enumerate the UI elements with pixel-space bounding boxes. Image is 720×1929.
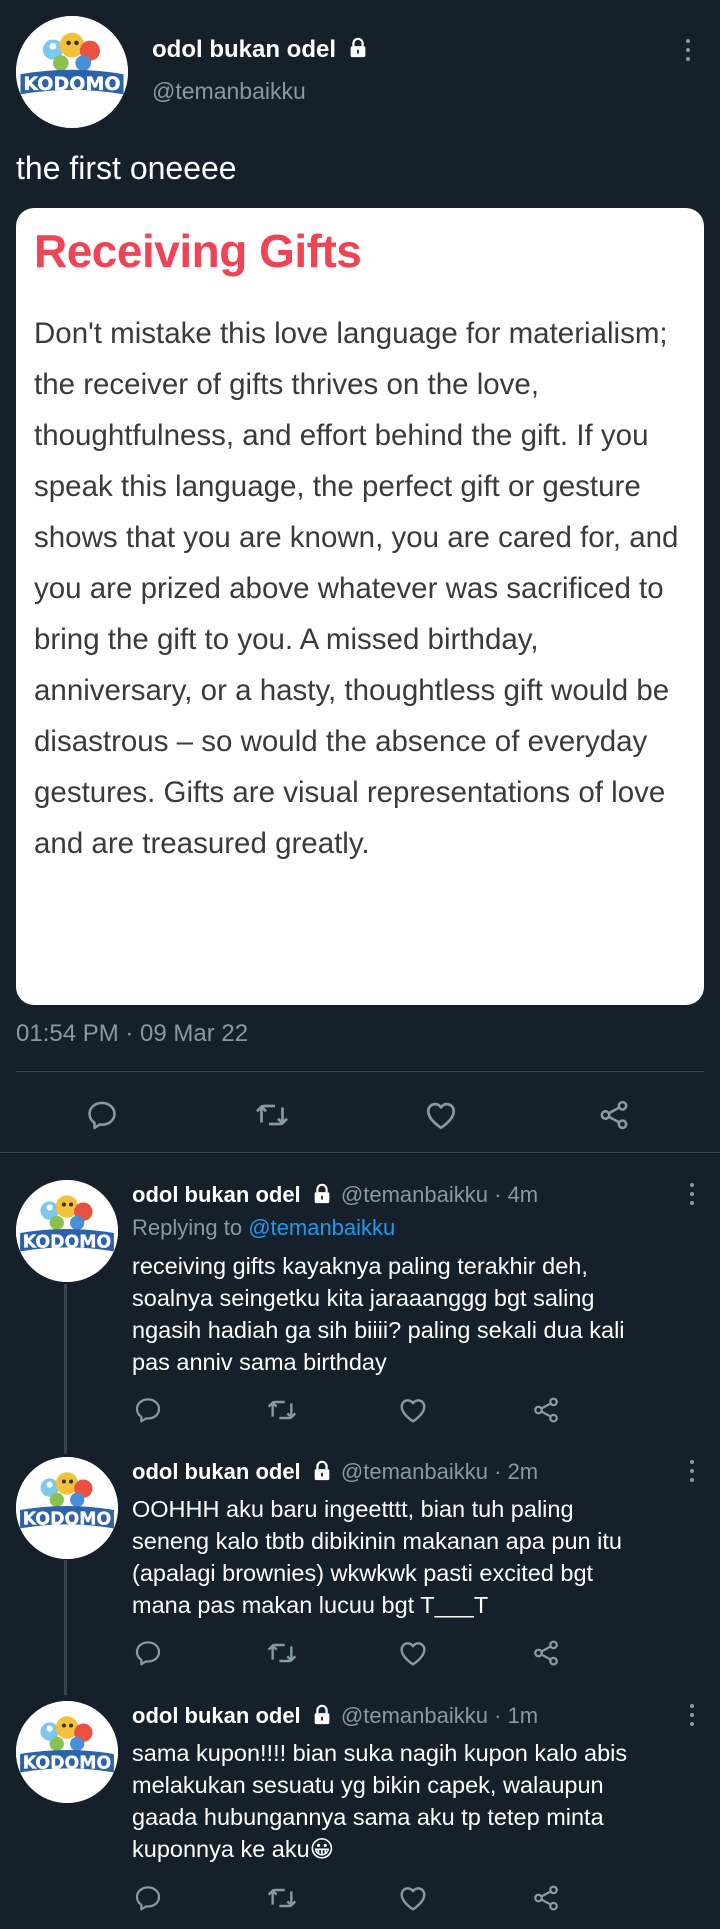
lock-icon xyxy=(311,1704,333,1726)
reply-avatar[interactable] xyxy=(16,1180,118,1282)
author-handle[interactable]: @temanbaikku xyxy=(152,78,306,105)
share-icon[interactable] xyxy=(528,1635,564,1671)
reply-author-handle[interactable]: @temanbaikku xyxy=(341,1182,488,1207)
thread-line xyxy=(64,1284,67,1454)
reply-icon[interactable] xyxy=(130,1635,166,1671)
kodomo-logo xyxy=(16,1180,118,1282)
reply-avatar[interactable] xyxy=(16,1701,118,1803)
like-icon[interactable] xyxy=(395,1392,431,1428)
lock-icon xyxy=(311,1460,333,1482)
divider xyxy=(0,1152,720,1153)
reply-author-name[interactable]: odol bukan odel xyxy=(132,1703,301,1728)
mention-link[interactable]: @temanbaikku xyxy=(248,1215,395,1240)
share-icon[interactable] xyxy=(528,1880,564,1916)
reply-time: · 1m xyxy=(494,1703,539,1728)
retweet-icon[interactable] xyxy=(252,1095,292,1135)
tweet-image[interactable]: Receiving Gifts Don't mistake this love … xyxy=(16,208,704,1005)
reply-text: receiving gifts kayaknya paling terakhir… xyxy=(132,1253,625,1375)
retweet-icon[interactable] xyxy=(264,1880,300,1916)
reply-author-handle[interactable]: @temanbaikku xyxy=(341,1703,488,1728)
reply-icon[interactable] xyxy=(130,1392,166,1428)
reply-avatar[interactable] xyxy=(16,1457,118,1559)
more-options-icon[interactable] xyxy=(678,32,698,68)
reply-text: sama kupon!!!! bian suka nagih kupon kal… xyxy=(132,1740,628,1862)
more-options-icon[interactable] xyxy=(682,1453,702,1489)
tweet-timestamp: 01:54 PM · 09 Mar 22 xyxy=(16,1020,249,1047)
reply-icon[interactable] xyxy=(82,1095,122,1135)
like-icon[interactable] xyxy=(395,1880,431,1916)
reply-header: odol bukan odel @temanbaikku · 2m xyxy=(132,1459,538,1485)
lock-icon xyxy=(347,37,369,59)
lock-icon xyxy=(311,1183,333,1205)
reply-author-name[interactable]: odol bukan odel xyxy=(132,1459,301,1484)
reply-header: odol bukan odel @temanbaikku · 1m xyxy=(132,1703,538,1729)
like-icon[interactable] xyxy=(395,1635,431,1671)
like-icon[interactable] xyxy=(421,1095,461,1135)
tweet-text: the first oneeee xyxy=(16,150,237,186)
kodomo-logo xyxy=(16,1701,118,1803)
reply-author-handle[interactable]: @temanbaikku xyxy=(341,1459,488,1484)
retweet-icon[interactable] xyxy=(264,1635,300,1671)
replying-to: Replying to @temanbaikku xyxy=(132,1215,396,1240)
image-title: Receiving Gifts xyxy=(34,225,362,277)
reply-icon[interactable] xyxy=(130,1880,166,1916)
reply-author-name[interactable]: odol bukan odel xyxy=(132,1182,301,1207)
divider xyxy=(16,1071,704,1072)
kodomo-logo xyxy=(16,1457,118,1559)
more-options-icon[interactable] xyxy=(682,1176,702,1212)
kodomo-logo xyxy=(16,16,128,128)
avatar[interactable] xyxy=(16,16,128,128)
reply-header: odol bukan odel @temanbaikku · 4m xyxy=(132,1182,538,1208)
author-name[interactable]: odol bukan odel xyxy=(152,36,369,64)
share-icon[interactable] xyxy=(594,1095,634,1135)
more-options-icon[interactable] xyxy=(682,1697,702,1733)
reply-time: · 2m xyxy=(494,1459,539,1484)
reply-time: · 4m xyxy=(494,1182,539,1207)
image-body: Don't mistake this love language for mat… xyxy=(34,317,679,860)
thread-line xyxy=(64,1560,67,1695)
reply-text: OOHHH aku baru ingeetttt, bian tuh palin… xyxy=(132,1496,622,1618)
share-icon[interactable] xyxy=(528,1392,564,1428)
retweet-icon[interactable] xyxy=(264,1392,300,1428)
